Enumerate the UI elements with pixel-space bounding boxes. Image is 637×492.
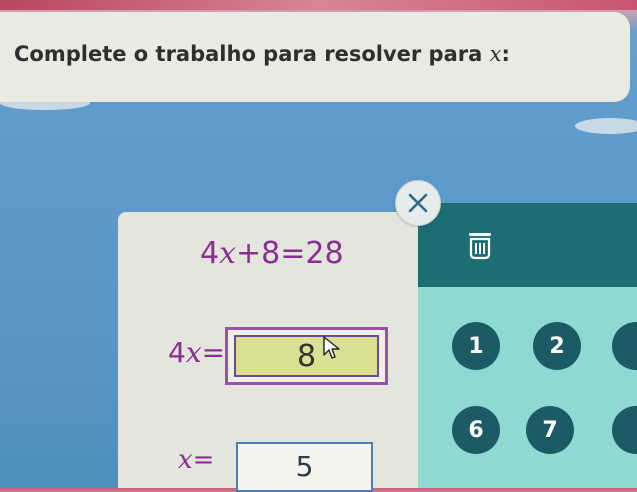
background-sky-band xyxy=(0,0,637,10)
eq2-equals: = xyxy=(201,336,226,369)
close-button[interactable] xyxy=(395,180,441,226)
eq3-equals: = xyxy=(192,445,215,475)
eq1-variable: x xyxy=(219,236,237,271)
instruction-suffix: : xyxy=(501,42,510,66)
keypad-key-6[interactable]: 6 xyxy=(452,406,500,454)
keypad-key-2[interactable]: 2 xyxy=(533,322,581,370)
eq2-variable: x xyxy=(185,336,202,369)
eq2-coefficient: 4 xyxy=(168,336,186,369)
cloud-decoration xyxy=(575,118,637,134)
original-equation: 4x+8=28 xyxy=(200,236,344,271)
mouse-pointer-icon xyxy=(323,336,340,359)
keypad-key-1[interactable]: 1 xyxy=(452,322,500,370)
instruction-variable: x xyxy=(489,42,502,66)
eq3-variable: x xyxy=(178,445,193,475)
keypad-panel xyxy=(418,203,637,488)
close-icon xyxy=(408,193,428,213)
step1-answer-value: 8 xyxy=(234,335,379,377)
trash-icon xyxy=(469,233,491,260)
step2-answer-value: 5 xyxy=(295,450,314,483)
instruction-text: Complete o trabalho para resolver para x… xyxy=(14,42,510,66)
keypad-key-7[interactable]: 7 xyxy=(526,406,574,454)
instruction-label: Complete o trabalho para resolver para xyxy=(14,42,490,66)
step2-left-side: x= xyxy=(178,445,214,475)
step1-answer-input[interactable]: 8 xyxy=(225,327,388,385)
keypad-header xyxy=(418,203,637,287)
instruction-bar: Complete o trabalho para resolver para x… xyxy=(0,12,630,102)
eq1-coefficient: 4 xyxy=(200,236,220,271)
step2-answer-input[interactable]: 5 xyxy=(236,442,373,492)
eq1-rest: +8=28 xyxy=(236,236,344,271)
step1-left-side: 4x= xyxy=(168,336,225,369)
clear-button[interactable] xyxy=(462,225,498,265)
